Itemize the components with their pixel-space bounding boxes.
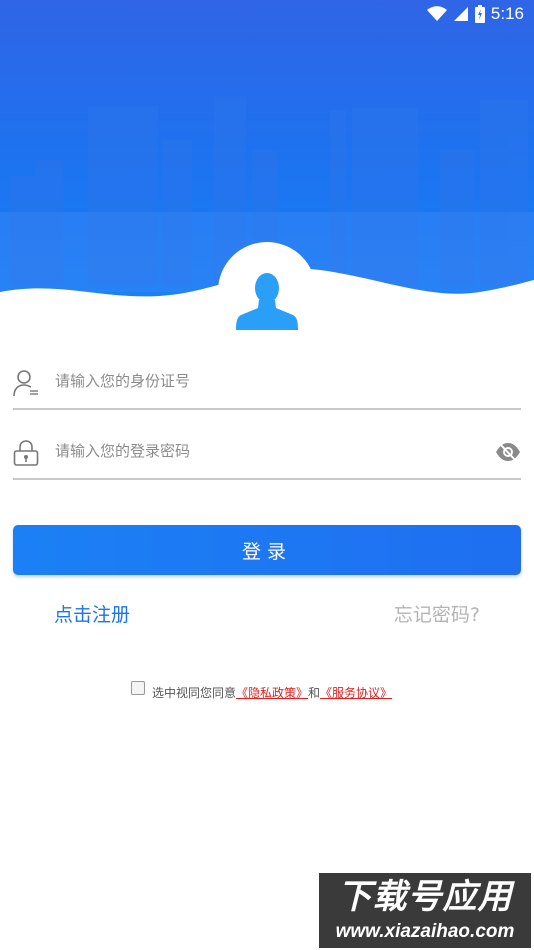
agreement-checkbox[interactable] — [131, 681, 145, 695]
watermark-title: 下载号应用 — [337, 877, 513, 917]
user-silhouette-icon — [236, 273, 298, 330]
id-number-field[interactable] — [13, 358, 521, 410]
user-id-icon — [13, 370, 38, 397]
register-link[interactable]: 点击注册 — [54, 600, 130, 627]
agreement-connector: 和 — [308, 686, 321, 700]
lock-icon — [13, 440, 39, 466]
id-number-input[interactable] — [55, 366, 475, 396]
status-bar: 5:16 — [0, 0, 534, 28]
status-time: 5:16 — [490, 4, 524, 23]
signal-icon — [453, 7, 468, 21]
agreement-row: 选中视同您同意 《隐私政策》 和 《服务协议》 — [131, 679, 392, 701]
agreement-prefix: 选中视同您同意 — [152, 686, 237, 700]
login-button[interactable]: 登录 — [13, 525, 521, 575]
watermark-url: www.xiazaihao.com — [335, 921, 515, 942]
forgot-password-link[interactable]: 忘记密码? — [394, 600, 480, 627]
privacy-policy-link[interactable]: 《隐私政策》 — [236, 684, 308, 701]
wifi-icon — [426, 6, 447, 21]
password-field[interactable] — [13, 428, 521, 480]
service-agreement-link[interactable]: 《服务协议》 — [320, 684, 392, 701]
avatar[interactable] — [218, 242, 316, 340]
watermark: 下载号应用 www.xiazaihao.com — [319, 873, 531, 948]
password-input[interactable] — [55, 436, 475, 466]
eye-icon[interactable] — [495, 440, 521, 464]
battery-icon — [474, 5, 485, 23]
